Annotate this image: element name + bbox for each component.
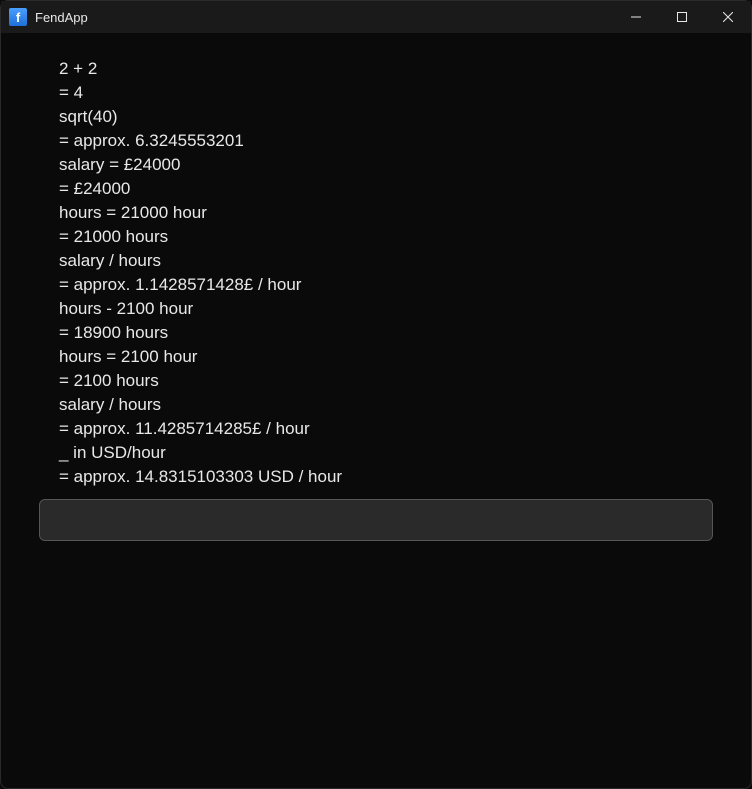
history-line: = approx. 14.8315103303 USD / hour <box>59 465 713 489</box>
history-line: = 21000 hours <box>59 225 713 249</box>
content-area: 2 + 2 = 4 sqrt(40) = approx. 6.324555320… <box>1 33 751 788</box>
history-line: salary = £24000 <box>59 153 713 177</box>
history-line: salary / hours <box>59 249 713 273</box>
minimize-button[interactable] <box>613 1 659 33</box>
app-window: f FendApp 2 + 2 = 4 sqrt(40) = approx. 6… <box>0 0 752 789</box>
maximize-button[interactable] <box>659 1 705 33</box>
calculation-history: 2 + 2 = 4 sqrt(40) = approx. 6.324555320… <box>59 57 713 489</box>
history-line: = 4 <box>59 81 713 105</box>
window-title: FendApp <box>35 10 88 25</box>
input-container <box>39 499 713 541</box>
close-icon <box>723 12 733 22</box>
history-line: hours - 2100 hour <box>59 297 713 321</box>
history-line: = approx. 6.3245553201 <box>59 129 713 153</box>
app-icon: f <box>9 8 27 26</box>
history-line: = approx. 1.1428571428£ / hour <box>59 273 713 297</box>
history-line: 2 + 2 <box>59 57 713 81</box>
history-line: _ in USD/hour <box>59 441 713 465</box>
titlebar[interactable]: f FendApp <box>1 1 751 33</box>
history-line: = 2100 hours <box>59 369 713 393</box>
history-line: = 18900 hours <box>59 321 713 345</box>
history-line: hours = 2100 hour <box>59 345 713 369</box>
history-line: salary / hours <box>59 393 713 417</box>
window-controls <box>613 1 751 33</box>
calculation-input[interactable] <box>39 499 713 541</box>
history-line: sqrt(40) <box>59 105 713 129</box>
history-line: hours = 21000 hour <box>59 201 713 225</box>
maximize-icon <box>677 12 687 22</box>
titlebar-left: f FendApp <box>9 8 88 26</box>
app-icon-letter: f <box>16 10 20 25</box>
history-line: = £24000 <box>59 177 713 201</box>
minimize-icon <box>631 12 641 22</box>
close-button[interactable] <box>705 1 751 33</box>
history-line: = approx. 11.4285714285£ / hour <box>59 417 713 441</box>
